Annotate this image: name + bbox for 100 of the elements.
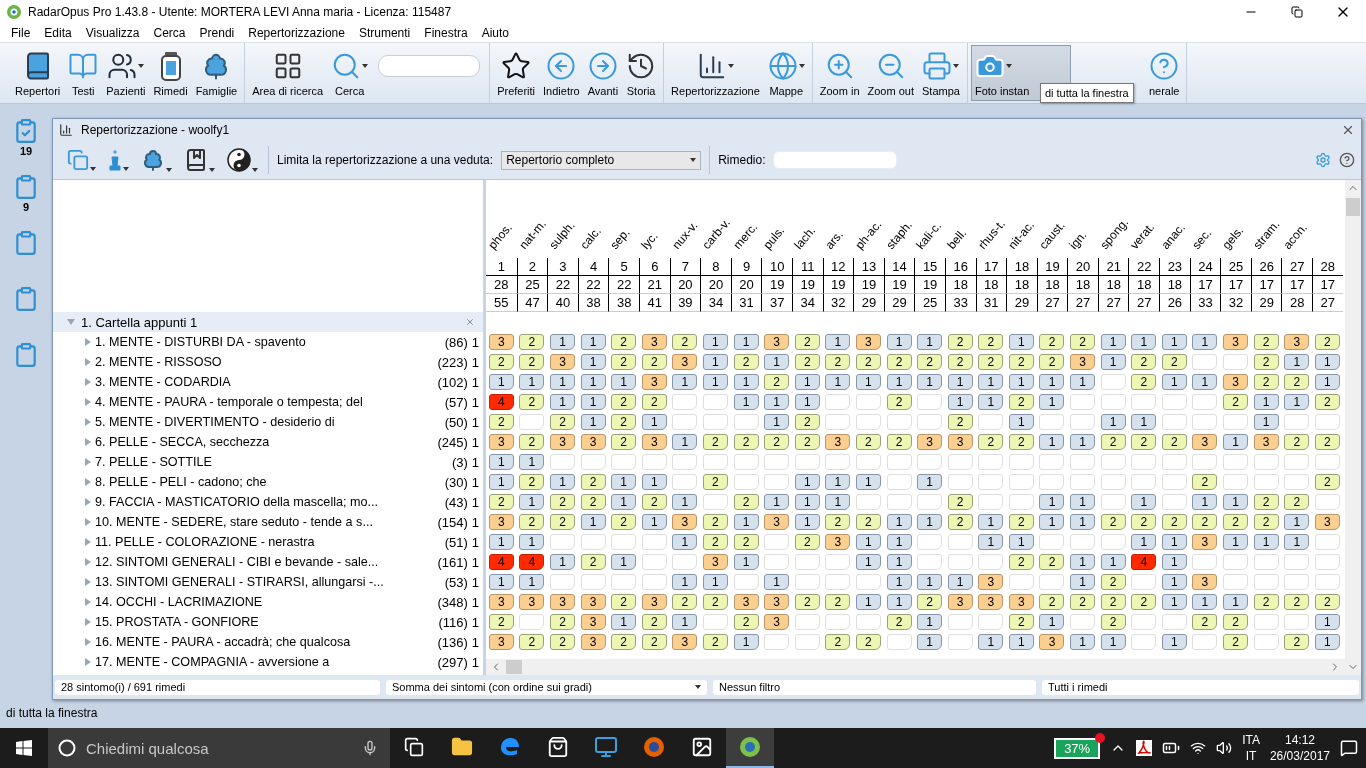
expand-icon[interactable] — [85, 518, 91, 526]
close-icon[interactable] — [1341, 123, 1355, 137]
toolbar-button[interactable]: Zoom out — [863, 45, 918, 101]
symptom-label[interactable]: 3. MENTE - CODARDIA — [95, 375, 434, 389]
toolbar-button[interactable]: Preferiti — [493, 45, 540, 101]
expand-icon[interactable] — [85, 378, 91, 386]
remedy-name[interactable]: bell. — [944, 226, 970, 252]
restore-icon[interactable] — [1291, 6, 1303, 18]
menu-item[interactable]: Strumenti — [351, 26, 418, 40]
help-icon[interactable] — [1339, 152, 1355, 168]
language-indicator[interactable]: ITA IT — [1242, 732, 1260, 764]
menu-item[interactable]: Edita — [37, 26, 79, 40]
wifi-icon[interactable] — [1190, 740, 1207, 756]
expand-icon[interactable] — [85, 598, 91, 606]
menu-item[interactable]: Aiuto — [474, 26, 516, 40]
remedy-name[interactable]: ign. — [1066, 228, 1090, 252]
toolbar-button[interactable]: Storia — [622, 45, 661, 101]
symptom-label[interactable]: 15. PROSTATA - GONFIORE — [95, 615, 435, 629]
toolbar-button[interactable]: Repertorizzazione — [667, 45, 764, 101]
toolbar-button[interactable]: Famiglie — [191, 45, 242, 101]
expand-icon[interactable] — [85, 398, 91, 406]
view-select[interactable]: Repertorio completo — [501, 150, 702, 170]
menu-item[interactable]: Repertorizzazione — [241, 26, 352, 40]
toolbar-button[interactable]: Repertori — [11, 45, 65, 101]
horizontal-scrollbar[interactable] — [486, 659, 1345, 675]
remedy-name[interactable]: lach. — [791, 223, 819, 252]
expand-icon[interactable] — [85, 498, 91, 506]
expand-icon[interactable] — [85, 618, 91, 626]
clipboard-icon[interactable] — [13, 230, 39, 256]
menu-item[interactable]: Cerca — [146, 26, 193, 40]
symptom-label[interactable]: 13. SINTOMI GENERALI - STIRARSI, allungarsi -... — [95, 575, 441, 589]
remedy-name[interactable]: sec. — [1188, 226, 1214, 252]
grade-cell: 3 — [947, 594, 973, 610]
circle-icon[interactable] — [58, 739, 76, 757]
remedy-name[interactable]: lyc. — [638, 229, 661, 252]
vertical-scrollbar[interactable] — [1345, 180, 1361, 675]
symptom-label[interactable]: 1. MENTE - DISTURBI DA - spavento — [95, 335, 441, 349]
expand-icon[interactable] — [85, 338, 91, 346]
expand-icon[interactable] — [85, 658, 91, 666]
symptom-label[interactable]: 2. MENTE - RISSOSO — [95, 355, 434, 369]
toolbar-button[interactable]: Zoom in — [815, 45, 864, 101]
search-field[interactable]: Chiedimi qualcosa — [84, 738, 354, 758]
symptom-label[interactable]: 11. PELLE - COLORAZIONE - nerastra — [95, 535, 441, 549]
expand-icon[interactable] — [85, 558, 91, 566]
toolbar-button[interactable]: Testi — [64, 45, 103, 101]
expand-icon[interactable] — [85, 638, 91, 646]
symptom-label[interactable]: 10. MENTE - SEDERE, stare seduto - tende a s... — [95, 515, 434, 529]
symptom-label[interactable]: 8. PELLE - PELI - cadono; che — [95, 475, 441, 489]
symptom-label[interactable]: 16. MENTE - PAURA - accadrà; che qualcosa — [95, 635, 434, 649]
volume-icon[interactable] — [1216, 740, 1233, 756]
remedy-name[interactable]: ars. — [821, 227, 846, 252]
symptom-label[interactable]: 4. MENTE - PAURA - temporale o tempesta; del — [95, 395, 441, 409]
symptom-label[interactable]: 7. PELLE - SOTTILE — [95, 455, 448, 469]
menu-item[interactable]: Finestra — [417, 26, 475, 40]
remedy-name[interactable]: calc. — [577, 224, 604, 252]
group-row[interactable]: 1. Cartella appunti 1 — [53, 312, 483, 332]
search-box[interactable]: Chiedimi qualcosa — [48, 728, 390, 768]
toolbar-button[interactable]: Indietro — [539, 45, 584, 101]
toolbar-button[interactable]: Avanti — [583, 45, 623, 101]
toolbar-button[interactable]: Stampa — [918, 45, 964, 101]
expand-icon[interactable] — [85, 458, 91, 466]
clipboard-icon[interactable] — [13, 342, 39, 368]
scroll-thumb[interactable] — [506, 660, 522, 674]
symptom-label[interactable]: 12. SINTOMI GENERALI - CIBI e bevande - sale... — [95, 555, 434, 569]
menu-item[interactable]: File — [4, 26, 38, 40]
clock[interactable]: 14:12 26/03/2017 — [1269, 732, 1330, 764]
acrobat-icon[interactable] — [1136, 740, 1153, 756]
symptom-label[interactable]: 17. MENTE - COMPAGNIA - avversione a — [95, 655, 434, 669]
clipboard-icon[interactable] — [13, 174, 39, 200]
collapse-icon[interactable] — [67, 319, 75, 325]
search-field[interactable] — [378, 55, 481, 77]
clipboard-check-icon[interactable] — [13, 118, 39, 144]
panel-tool-button[interactable] — [225, 148, 260, 172]
notification-icon[interactable] — [1340, 739, 1358, 757]
toolbar-button[interactable]: Area di ricerca — [248, 45, 328, 101]
symptom-label[interactable]: 9. FACCIA - MASTICATORIO della mascella; mo... — [95, 495, 441, 509]
symptom-label[interactable]: 14. OCCHI - LACRIMAZIONE — [95, 595, 434, 609]
empty-cell — [1284, 554, 1310, 570]
remedy-field[interactable] — [773, 151, 898, 169]
toolbar-button[interactable]: Cerca — [327, 45, 373, 101]
toolbar-button[interactable]: Mappe — [763, 45, 809, 101]
menu-item[interactable]: Visualizza — [78, 26, 147, 40]
expand-icon[interactable] — [85, 578, 91, 586]
settings-icon[interactable] — [1315, 152, 1331, 168]
toolbar-button[interactable]: Pazienti — [102, 45, 150, 101]
remedy-name[interactable]: sep. — [607, 225, 633, 252]
expand-icon[interactable] — [85, 358, 91, 366]
expand-icon[interactable] — [85, 418, 91, 426]
scroll-thumb[interactable] — [1346, 198, 1360, 216]
expand-icon[interactable] — [85, 538, 91, 546]
toolbar-button[interactable]: nerale — [1144, 45, 1184, 101]
menu-item[interactable]: Prendi — [192, 26, 242, 40]
expand-icon[interactable] — [85, 478, 91, 486]
expand-icon[interactable] — [85, 438, 91, 446]
microphone-icon[interactable] — [362, 740, 378, 756]
symptom-label[interactable]: 5. MENTE - DIVERTIMENTO - desiderio di — [95, 415, 441, 429]
clipboard-icon[interactable] — [13, 286, 39, 312]
sort-select[interactable]: Somma dei sintomi (con ordine sui gradi) — [386, 679, 707, 695]
symptom-label[interactable]: 6. PELLE - SECCA, secchezza — [95, 435, 434, 449]
toolbar-button[interactable]: Rimedi — [149, 45, 192, 101]
